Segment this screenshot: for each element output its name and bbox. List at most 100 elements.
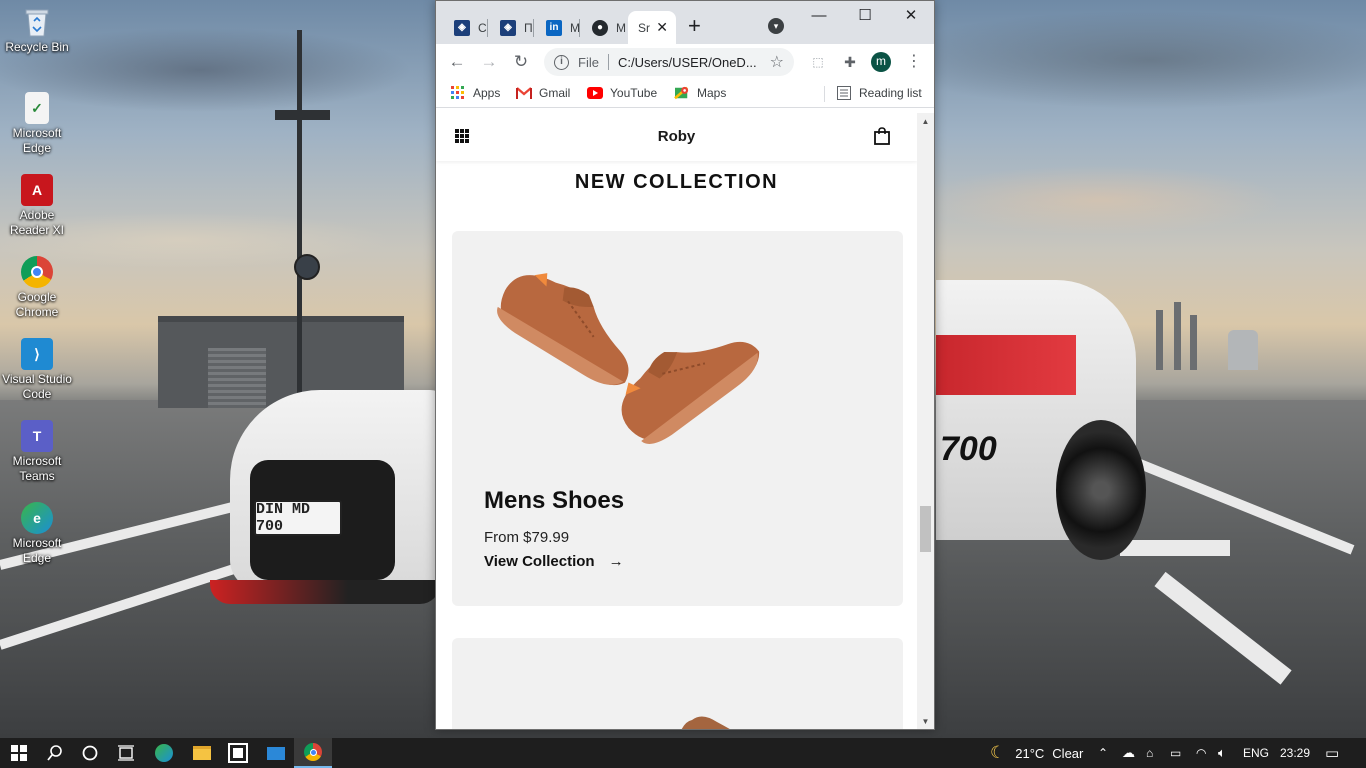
menu-kebab-icon[interactable]: ⋮ <box>902 50 926 74</box>
desktop-icon-edge-legacy[interactable]: ✓ Microsoft Edge <box>0 92 74 156</box>
bookmarks-bar: Apps Gmail YouTube Maps Reading list <box>436 80 934 108</box>
chrome-icon <box>21 256 53 288</box>
recycle-bin-icon <box>21 6 53 38</box>
cortana-icon <box>82 745 98 761</box>
youtube-icon <box>587 87 603 99</box>
desktop-icon-label: Adobe Reader XI <box>9 208 65 237</box>
tab-search-icon[interactable]: ▾ <box>768 18 784 34</box>
wallpaper-cooling-tower <box>1228 330 1258 370</box>
address-url[interactable]: C:/Users/USER/OneD... <box>618 55 763 70</box>
tab-1[interactable]: ◈ C <box>444 11 488 44</box>
maximize-button[interactable]: ☐ <box>842 5 888 29</box>
extension-icon[interactable]: ⬚ <box>806 50 830 74</box>
scroll-down-icon[interactable]: ▼ <box>917 713 934 729</box>
weather-widget[interactable]: ☾ 21°C Clear <box>990 738 1083 768</box>
bookmark-star-icon[interactable]: ☆ <box>770 52 784 72</box>
extensions-puzzle-icon[interactable]: ✚ <box>838 50 862 74</box>
mail-icon <box>267 746 285 760</box>
bookmark-gmail[interactable]: Gmail <box>516 86 570 100</box>
taskbar-store[interactable] <box>219 738 257 768</box>
maps-icon <box>674 86 689 100</box>
onedrive-icon[interactable]: ☁ <box>1122 738 1135 768</box>
tab-4[interactable]: ● M <box>582 11 626 44</box>
shopping-bag-icon[interactable] <box>874 127 890 145</box>
tab-title: C <box>478 20 487 35</box>
desktop-icon-chrome[interactable]: Google Chrome <box>0 256 74 320</box>
gmail-icon <box>516 87 532 99</box>
profile-avatar[interactable]: m <box>871 52 891 72</box>
tab-active[interactable]: Sr ✕ <box>628 11 676 44</box>
view-collection-link[interactable]: View Collection → <box>484 553 624 570</box>
close-window-button[interactable]: ✕ <box>888 5 934 29</box>
cortana-button[interactable] <box>71 738 109 768</box>
taskbar-mail[interactable] <box>257 738 295 768</box>
windows-icon <box>11 745 27 761</box>
chevron-up-icon[interactable]: ⌃ <box>1098 738 1108 768</box>
vscode-icon: ⟩ <box>21 338 53 370</box>
language-indicator[interactable]: ENG <box>1243 738 1269 768</box>
volume-icon[interactable]: 🔈︎ <box>1218 738 1226 768</box>
desktop-icon-adobe-reader[interactable]: A Adobe Reader XI <box>0 174 74 238</box>
taskbar-file-explorer[interactable] <box>183 738 221 768</box>
edge-icon <box>155 744 173 762</box>
collection-card[interactable]: Mens Shoes From $79.99 View Collection → <box>452 231 903 606</box>
search-button[interactable] <box>36 738 74 768</box>
chrome-icon <box>304 743 322 761</box>
section-title: NEW COLLECTION <box>574 171 779 193</box>
site-logo[interactable]: Roby <box>436 128 917 145</box>
wifi-icon[interactable]: ◠ <box>1196 738 1206 768</box>
scrollbar-thumb[interactable] <box>920 506 931 552</box>
notification-icon[interactable]: ▭ <box>1325 738 1339 768</box>
address-bar[interactable]: i File C:/Users/USER/OneD... ☆ <box>544 48 794 76</box>
desktop-icon-edge[interactable]: e Microsoft Edge <box>0 502 74 566</box>
task-view-button[interactable] <box>107 738 145 768</box>
arrow-right-icon: → <box>608 553 624 570</box>
desktop-icon-recycle-bin[interactable]: Recycle Bin <box>0 6 74 55</box>
tab-3[interactable]: in M <box>536 11 580 44</box>
battery-icon[interactable]: ▭ <box>1170 738 1181 768</box>
bookmark-label: YouTube <box>610 86 658 100</box>
store-icon <box>228 743 248 763</box>
desktop-icon-teams[interactable]: T Microsoft Teams <box>0 420 74 484</box>
task-view-icon <box>118 745 134 761</box>
scroll-up-icon[interactable]: ▲ <box>917 113 934 130</box>
bookmark-apps[interactable]: Apps <box>450 86 500 100</box>
network-badge-icon[interactable]: ⌂ <box>1146 738 1153 768</box>
bookmarks-divider <box>824 86 825 102</box>
bookmark-youtube[interactable]: YouTube <box>587 86 657 100</box>
desktop-icon-vscode[interactable]: ⟩ Visual Studio Code <box>0 338 74 402</box>
card-title: Mens Shoes <box>484 487 625 514</box>
car-badge: 700 <box>940 430 997 468</box>
taskbar-chrome[interactable] <box>294 738 332 768</box>
desktop-icon-label: Visual Studio Code <box>2 372 72 401</box>
site-shield-icon: ◈ <box>500 19 516 36</box>
chrome-window: ◈ C ◈ Π in M ● M Sr ✕ + ▾ — ☐ ✕ ← → ↻ i … <box>435 0 935 730</box>
new-tab-icon[interactable]: + <box>688 15 701 37</box>
search-icon <box>47 745 62 761</box>
address-scheme: File <box>578 54 599 70</box>
tab-2[interactable]: ◈ Π <box>490 11 534 44</box>
taskbar-edge[interactable] <box>145 738 183 768</box>
close-tab-icon[interactable]: ✕ <box>656 20 668 34</box>
wallpaper-car-front: DIN MD 700 <box>210 380 450 630</box>
desktop-icon-label: Recycle Bin <box>5 40 69 54</box>
tab-strip: ◈ C ◈ Π in M ● M Sr ✕ + ▾ — ☐ ✕ <box>436 1 934 44</box>
tab-title: Π <box>524 20 533 35</box>
page-scrollbar[interactable]: ▲ ▼ <box>917 113 934 729</box>
bookmark-label: Gmail <box>539 86 571 100</box>
wallpaper-chimneys <box>1156 300 1236 370</box>
reading-list-button[interactable]: Reading list <box>836 86 922 100</box>
bookmark-maps[interactable]: Maps <box>674 86 726 100</box>
weather-condition: Clear <box>1052 745 1084 761</box>
minimize-button[interactable]: — <box>796 5 842 29</box>
reading-list-label: Reading list <box>859 86 922 100</box>
start-button[interactable] <box>0 738 38 768</box>
collection-card[interactable] <box>452 638 903 729</box>
forward-arrow-icon[interactable]: → <box>477 50 501 74</box>
back-arrow-icon[interactable]: ← <box>445 50 469 74</box>
reload-icon[interactable]: ↻ <box>509 50 533 74</box>
taskbar: ☾ 21°C Clear ⌃ ☁ ⌂ ▭ ◠ 🔈︎ ENG 23:29 ▭ <box>0 738 1366 768</box>
site-info-icon[interactable]: i <box>554 54 569 70</box>
clock[interactable]: 23:29 <box>1280 738 1310 768</box>
page-viewport: NEW COLLECTION Mens Shoes From $79.99 Vi… <box>436 113 917 729</box>
